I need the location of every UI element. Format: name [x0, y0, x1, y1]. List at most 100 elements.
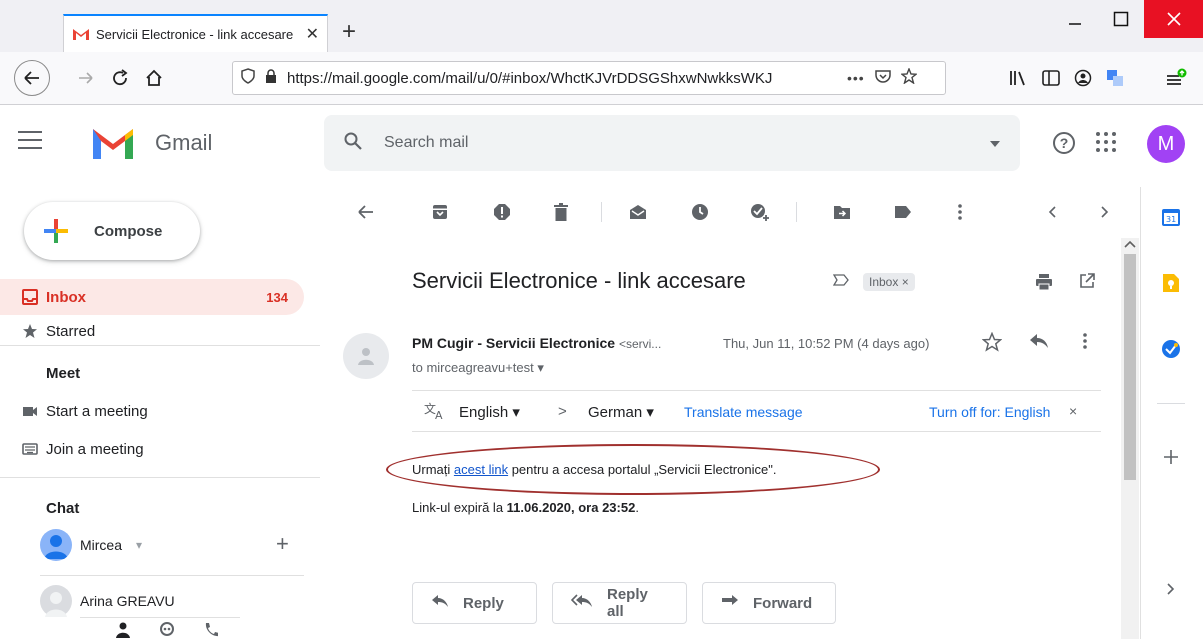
back-arrow-icon: [24, 71, 39, 85]
sidebar-toggle-icon[interactable]: [1035, 62, 1067, 94]
gmail-brand-text[interactable]: Gmail: [155, 130, 212, 156]
scroll-up-arrow-icon[interactable]: [1124, 240, 1136, 251]
back-button[interactable]: [14, 60, 50, 96]
reply-arrow-icon: [431, 594, 449, 613]
body-text: .: [635, 500, 639, 515]
newer-chevron-left-icon[interactable]: [1040, 200, 1064, 224]
translate-message-link[interactable]: Translate message: [684, 404, 803, 420]
bookmark-star-icon[interactable]: [899, 66, 918, 89]
search-bar[interactable]: Search mail: [324, 115, 1020, 171]
more-actions-kebab-icon[interactable]: [948, 200, 972, 224]
sidebar-item-start-meeting[interactable]: Start a meeting: [0, 393, 304, 429]
target-language-select[interactable]: German ▾: [588, 403, 654, 421]
expand-panel-chevron-icon[interactable]: [1159, 577, 1183, 601]
add-to-tasks-icon[interactable]: [748, 200, 772, 224]
chat-heading: Chat: [46, 500, 80, 517]
contacts-person-icon[interactable]: [116, 622, 130, 639]
sidebar-item-label: Start a meeting: [46, 402, 148, 420]
search-input[interactable]: Search mail: [384, 134, 468, 152]
reload-button[interactable]: [104, 62, 136, 94]
open-new-window-icon[interactable]: [1079, 273, 1095, 294]
add-chat-button[interactable]: +: [276, 531, 289, 557]
get-addons-plus-icon[interactable]: [1159, 445, 1183, 469]
account-avatar[interactable]: M: [1147, 125, 1185, 163]
turn-off-translation-link[interactable]: Turn off for: English: [929, 404, 1050, 420]
forward-button[interactable]: Forward: [702, 582, 836, 624]
reload-icon: [113, 69, 128, 86]
email-body-line-2: Link-ul expiră la 11.06.2020, ora 23:52.: [412, 500, 639, 515]
compose-plus-icon: [42, 217, 70, 245]
forward-button[interactable]: [70, 62, 102, 94]
window-close-button[interactable]: [1144, 0, 1203, 38]
scrollbar-thumb[interactable]: [1124, 254, 1136, 480]
tasks-icon[interactable]: [1159, 337, 1183, 361]
importance-marker-icon[interactable]: [832, 273, 849, 291]
svg-text:31: 31: [1166, 215, 1176, 224]
archive-icon[interactable]: [428, 200, 452, 224]
mark-unread-icon[interactable]: [626, 200, 650, 224]
tab-title: Servicii Electronice - link accesare: [96, 26, 294, 42]
search-icon[interactable]: [344, 132, 362, 155]
print-icon[interactable]: [1035, 273, 1053, 296]
star-message-icon[interactable]: [981, 331, 1003, 358]
tab-close-icon[interactable]: ✕: [306, 24, 319, 44]
menu-update-icon[interactable]: [1160, 62, 1192, 94]
sidebar-item-label: Starred: [46, 322, 96, 340]
reply-button[interactable]: Reply: [412, 582, 537, 624]
reply-all-button[interactable]: Reply all: [552, 582, 687, 624]
window-maximize-button[interactable]: [1098, 0, 1144, 38]
search-options-caret-icon[interactable]: [990, 136, 1000, 150]
gmail-logo-icon[interactable]: [90, 125, 136, 161]
url-bar[interactable]: https://mail.google.com/mail/u/0/#inbox/…: [232, 61, 946, 95]
sidebar-item-join-meeting[interactable]: Join a meeting: [0, 431, 304, 467]
translate-extension-icon[interactable]: [1099, 62, 1131, 94]
message-more-kebab-icon[interactable]: [1083, 333, 1087, 354]
library-icon[interactable]: [1002, 62, 1034, 94]
home-button[interactable]: [138, 62, 170, 94]
source-language-select[interactable]: English ▾: [459, 403, 520, 421]
new-tab-button[interactable]: +: [342, 18, 356, 46]
sender-avatar[interactable]: [343, 333, 389, 379]
video-camera-icon: [22, 403, 38, 419]
browser-tab[interactable]: Servicii Electronice - link accesare ✕: [63, 14, 328, 52]
page-actions-more-icon[interactable]: •••: [847, 70, 865, 86]
recipient-line[interactable]: to mirceagreavu+test ▾: [412, 360, 544, 376]
apps-grid-icon[interactable]: [1096, 132, 1116, 152]
reply-icon[interactable]: [1029, 333, 1049, 354]
label-tag-icon[interactable]: [891, 200, 915, 224]
compose-label: Compose: [94, 222, 163, 240]
back-to-inbox-icon[interactable]: [354, 200, 378, 224]
sender-name[interactable]: PM Cugir - Servicii Electronice: [412, 335, 615, 351]
hangouts-icon[interactable]: [160, 622, 174, 639]
close-translate-bar-icon[interactable]: ×: [1069, 403, 1077, 419]
calendar-icon[interactable]: 31: [1159, 205, 1183, 229]
status-caret-icon[interactable]: ▾: [136, 538, 142, 552]
chat-user-name: Mircea: [80, 537, 123, 553]
chat-user-mircea[interactable]: Mircea ▾: [40, 529, 142, 561]
forward-arrow-icon: [721, 594, 739, 613]
inbox-label-chip[interactable]: Inbox ×: [863, 273, 915, 291]
report-spam-icon[interactable]: [490, 200, 514, 224]
older-chevron-right-icon[interactable]: [1093, 200, 1117, 224]
forward-arrow-icon: [79, 72, 93, 84]
delete-icon[interactable]: [549, 200, 573, 224]
compose-button[interactable]: Compose: [24, 202, 200, 260]
window-minimize-button[interactable]: [1052, 0, 1098, 38]
phone-icon[interactable]: [204, 622, 219, 639]
sidebar-item-inbox[interactable]: Inbox 134: [0, 279, 304, 315]
lock-icon[interactable]: [265, 68, 277, 88]
snooze-clock-icon[interactable]: [688, 200, 712, 224]
move-to-folder-icon[interactable]: [830, 200, 854, 224]
forward-label: Forward: [753, 594, 813, 612]
sidebar-item-starred[interactable]: Starred: [0, 319, 304, 343]
pocket-icon[interactable]: [874, 69, 891, 88]
help-icon[interactable]: ?: [1053, 132, 1075, 154]
sender-email: <servi...: [618, 337, 662, 351]
divider: [40, 575, 304, 576]
account-icon[interactable]: [1067, 62, 1099, 94]
chat-user-arina[interactable]: Arina GREAVU: [40, 585, 175, 617]
shield-icon[interactable]: [241, 67, 255, 89]
url-text[interactable]: https://mail.google.com/mail/u/0/#inbox/…: [287, 70, 837, 87]
keep-notes-icon[interactable]: [1159, 271, 1183, 295]
main-menu-icon[interactable]: [18, 131, 42, 149]
